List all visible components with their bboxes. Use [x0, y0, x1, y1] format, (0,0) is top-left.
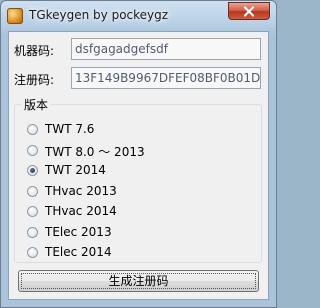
reg-code-label: 注册码:: [14, 73, 55, 87]
generate-button[interactable]: 生成注册码: [18, 270, 259, 292]
version-option-label: TWT 8.0 ～ 2013: [45, 144, 145, 159]
radio-unchecked-icon[interactable]: [27, 124, 38, 135]
version-groupbox: 版本 TWT 7.6 TWT 8.0 ～ 2013 TWT 2014 THvac 20…: [14, 96, 262, 263]
radio-unchecked-icon[interactable]: [27, 144, 38, 156]
machine-code-label: 机器码:: [14, 44, 55, 58]
version-option-label: TWT 7.6: [45, 122, 95, 136]
keygen-window: TGkeygen by pockeygz 机器码: dsfgagadgefsdf…: [0, 0, 277, 308]
reg-code-field[interactable]: 13F149B9967DFEF08BF0B01DD86: [71, 67, 261, 89]
radio-unchecked-icon[interactable]: [27, 206, 38, 217]
window-title: TGkeygen by pockeygz: [29, 8, 169, 22]
app-icon: [7, 8, 23, 24]
radio-unchecked-icon[interactable]: [27, 226, 38, 238]
radio-unchecked-icon[interactable]: [27, 247, 38, 258]
version-group-title: 版本: [21, 96, 52, 113]
version-option-label: THvac 2013: [45, 183, 117, 198]
radio-checked-icon[interactable]: [27, 165, 38, 176]
machine-code-field[interactable]: dsfgagadgefsdf: [71, 38, 261, 60]
title-bar[interactable]: TGkeygen by pockeygz: [1, 1, 276, 31]
client-area: 机器码: dsfgagadgefsdf 注册码: 13F149B9967DFEF…: [8, 31, 269, 300]
version-option-label: THvac 2014: [45, 204, 117, 218]
close-button[interactable]: [228, 2, 270, 20]
version-option-label: TElec 2013: [45, 224, 112, 239]
version-option-label: TWT 2014: [45, 163, 106, 177]
close-icon: [243, 6, 255, 17]
radio-unchecked-icon[interactable]: [27, 185, 38, 197]
version-option-label: TElec 2014: [45, 245, 112, 259]
